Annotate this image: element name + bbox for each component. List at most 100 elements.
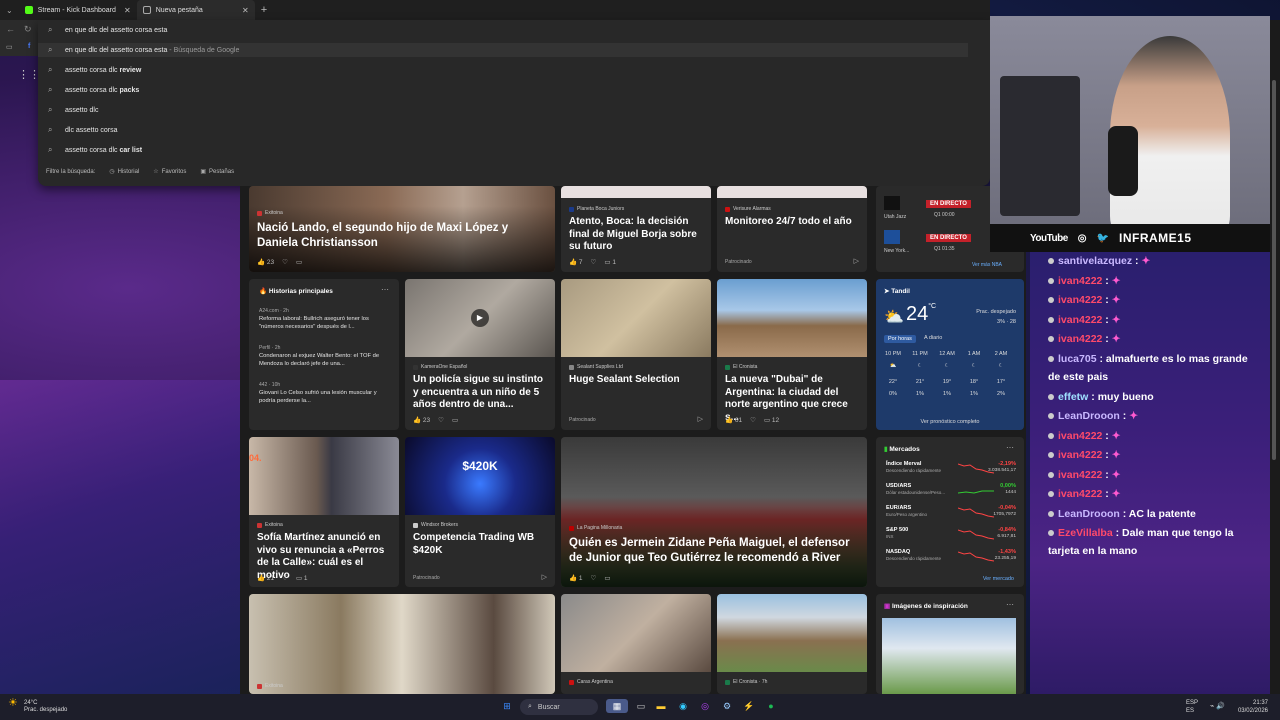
top-story-item[interactable]: 442 · 10h Giovani Lo Celso sufrió una les… (259, 381, 394, 405)
suggestion-4[interactable]: ⌕ dlc assetto corsa (48, 123, 118, 137)
filter-historial[interactable]: ◷ Historial (109, 168, 139, 175)
tab-daily[interactable]: A diario (924, 335, 942, 341)
news-card-dubai[interactable]: El Cronista La nueva "Dubai" de Argentin… (717, 279, 867, 430)
app-icon[interactable]: ⚡ (742, 699, 756, 713)
top-story-item[interactable]: Perfil · 2h Condenaron al exjuez Walter B… (259, 344, 394, 368)
comment-icon[interactable]: ▭ (296, 258, 302, 266)
bookmark-icon[interactable]: ▭ (6, 43, 13, 51)
chat-username[interactable]: ivan4222 (1058, 449, 1102, 461)
news-card-zidane[interactable]: La Pagina Millonaria Quién es Jermein Zi… (561, 437, 867, 587)
comment-icon[interactable]: ▭ 1 (604, 258, 616, 266)
comment-icon[interactable]: ▭ (452, 416, 458, 424)
like-icon[interactable]: 👍 21 (257, 574, 274, 582)
windows-start-icon[interactable]: ⊞ (500, 699, 514, 713)
markets-more-link[interactable]: Ver mercado (983, 576, 1014, 582)
widgets-icon[interactable]: ▦ (606, 699, 628, 713)
close-tab-icon[interactable]: ✕ (242, 6, 249, 15)
weather-more-link[interactable]: Ver pronóstico completo (876, 419, 1024, 425)
facebook-bookmark-icon[interactable]: f (28, 43, 30, 50)
weather-widget[interactable]: ➤ Tandil ⛅ 24°C Prac. despejado 3% · 28 … (876, 279, 1024, 430)
chat-username[interactable]: ivan4222 (1058, 333, 1102, 345)
chat-username[interactable]: ivan4222 (1058, 314, 1102, 326)
filter-pestanas[interactable]: ▣ Pestañas (200, 168, 234, 175)
news-card-policia[interactable]: ▶ KameraOne Español Un policía sigue su … (405, 279, 555, 430)
news-title[interactable]: Nació Lando, el segundo hijo de Maxi Lóp… (257, 221, 517, 251)
close-tab-icon[interactable]: ✕ (124, 6, 131, 15)
news-title[interactable]: Un policía sigue su instinto y encuentra… (413, 374, 551, 412)
scroll-thumb[interactable] (1272, 80, 1276, 460)
comment-icon[interactable]: ▭ 1 (296, 574, 308, 582)
market-row[interactable]: NASDAQ Descendiendo rápidamente -1,43% 23.2… (886, 549, 1016, 569)
dislike-icon[interactable]: ♡ (591, 258, 597, 266)
omnibox-query[interactable]: en que dlc del assetto corsa esta (65, 27, 167, 34)
news-title[interactable]: Atento, Boca: la decisión final de Migue… (569, 216, 707, 254)
more-options-icon[interactable]: ⋯ (381, 285, 389, 294)
steam-icon[interactable]: ⚙ (720, 699, 734, 713)
like-icon[interactable]: 👍 7 (569, 258, 583, 266)
play-icon[interactable]: ▷ (854, 257, 859, 265)
dislike-icon[interactable]: ♡ (750, 416, 756, 424)
news-card-bottom-1[interactable]: Exitoina (249, 594, 555, 694)
news-card-trading[interactable]: $420K Windsor Brokers Competencia Tradin… (405, 437, 555, 587)
keyboard-language[interactable]: ESP ES (1186, 699, 1198, 715)
more-options-icon[interactable]: ⋯ (1006, 443, 1014, 452)
nba-more-link[interactable]: Ver más NBA (972, 262, 1002, 268)
comment-icon[interactable]: ▭ 12 (764, 416, 779, 424)
news-card-bottom-3[interactable]: El Cronista · 7h (717, 594, 867, 694)
news-card-boca[interactable]: Planeta Boca Juniors Atento, Boca: la de… (561, 186, 711, 272)
market-row[interactable]: Índice Merval Descendiendo rápidamente -2,… (886, 461, 1016, 481)
chat-username[interactable]: ivan4222 (1058, 488, 1102, 500)
suggestion-5[interactable]: ⌕ assetto corsa dlc car list (48, 143, 142, 157)
like-icon[interactable]: 👍 1 (569, 574, 583, 582)
chat-username[interactable]: luca705 (1058, 353, 1097, 365)
news-card-verisure[interactable]: Verisure Alarmas Monitoreo 24/7 todo el … (717, 186, 867, 272)
play-icon[interactable]: ▷ (542, 573, 547, 581)
omnibox-input-row[interactable]: ⌕ en que dlc del assetto corsa esta (48, 23, 167, 37)
tab-menu-chevron-icon[interactable]: ⌄ (0, 6, 19, 15)
filter-favoritos[interactable]: ☆ Favoritos (153, 168, 186, 175)
new-tab-plus-icon[interactable]: + (255, 4, 273, 16)
news-card-sofia[interactable]: 04. Exitoina Sofía Martínez anunció en v… (249, 437, 399, 587)
chat-username[interactable]: effetw (1058, 391, 1088, 403)
like-icon[interactable]: 👍 23 (257, 258, 274, 266)
suggestion-1[interactable]: ⌕ assetto corsa dlc review (48, 63, 141, 77)
page-scrollbar[interactable] (1270, 20, 1280, 694)
play-icon[interactable]: ▷ (698, 415, 703, 423)
chat-username[interactable]: ivan4222 (1058, 275, 1102, 287)
taskbar-clock[interactable]: 21:37 03/02/2026 (1238, 699, 1268, 715)
suggestion-3[interactable]: ⌕ assetto dlc (48, 103, 98, 117)
news-card-lando[interactable]: Exitoina Nació Lando, el segundo hijo de… (249, 186, 555, 272)
dislike-icon[interactable]: ♡ (591, 574, 597, 582)
market-row[interactable]: S&P 500 INX -0,84% 6.917,81 (886, 527, 1016, 547)
obs-icon[interactable]: ◎ (698, 699, 712, 713)
inspiration-widget[interactable]: ▣ Imágenes de inspiración ⋯ (876, 594, 1024, 694)
reload-icon[interactable]: ↻ (24, 24, 32, 35)
dislike-icon[interactable]: ♡ (282, 574, 288, 582)
taskbar-search[interactable]: ⌕ Buscar (520, 699, 598, 715)
chat-username[interactable]: LeanDrooon (1058, 508, 1120, 520)
news-title[interactable]: Quién es Jermein Zidane Peña Maiguel, el… (569, 536, 859, 566)
network-volume-icon[interactable]: ⌁ 🔊 (1210, 702, 1225, 710)
news-title[interactable]: Monitoreo 24/7 todo el año (725, 216, 863, 229)
chat-username[interactable]: ivan4222 (1058, 430, 1102, 442)
market-row[interactable]: EUR/ARS Euro/Peso argentino -0,04% 1705,797… (886, 505, 1016, 525)
chat-username[interactable]: ivan4222 (1058, 294, 1102, 306)
dislike-icon[interactable]: ♡ (282, 258, 288, 266)
like-icon[interactable]: 👍 23 (413, 416, 430, 424)
market-row[interactable]: USD/ARS Dólar estadounidense/Peso... 0,00%… (886, 483, 1016, 503)
back-arrow-icon[interactable]: ← (6, 24, 15, 34)
chat-username[interactable]: ivan4222 (1058, 469, 1102, 481)
news-title[interactable]: Competencia Trading WB $420K (413, 532, 551, 557)
more-options-icon[interactable]: ⋯ (1006, 600, 1014, 609)
taskbar-weather[interactable]: ☀ 24°C Prac. despejado (8, 698, 67, 714)
chat-username[interactable]: EzeVillalba (1058, 527, 1113, 539)
tab-kick-dashboard[interactable]: Stream - Kick Dashboard ✕ (19, 0, 137, 20)
file-explorer-icon[interactable]: ▬ (654, 699, 668, 713)
suggestion-0[interactable]: ⌕ en que dlc del assetto corsa esta - Bú… (38, 43, 968, 57)
chat-username[interactable]: santivelazquez (1058, 255, 1132, 267)
news-card-sealant[interactable]: Sealant Supplies Ltd Huge Sealant Select… (561, 279, 711, 430)
news-title[interactable]: Huge Sealant Selection (569, 374, 707, 387)
chat-username[interactable]: LeanDrooon (1058, 410, 1120, 422)
like-icon[interactable]: 👍 61 (725, 416, 742, 424)
comment-icon[interactable]: ▭ (604, 574, 610, 582)
